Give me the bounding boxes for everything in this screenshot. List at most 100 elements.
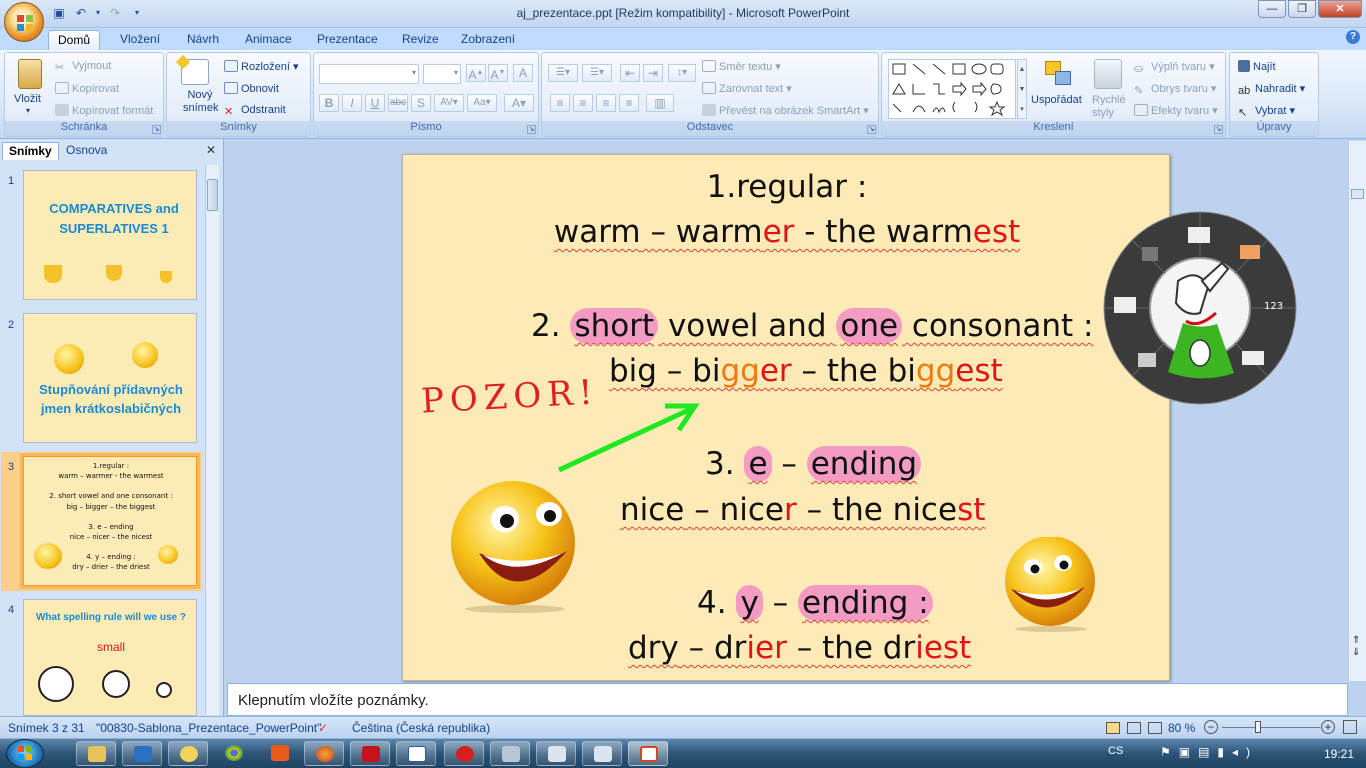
- taskbar-media-player[interactable]: [122, 741, 162, 766]
- line-spacing-icon[interactable]: ↕▾: [668, 64, 696, 82]
- slide-thumbnail-2[interactable]: Stupňování přídavných jmen krátkoslabičn…: [23, 313, 197, 443]
- spellcheck-icon[interactable]: ✓: [318, 721, 328, 735]
- template-name[interactable]: "00830-Sablona_Prezentace_PowerPoint": [96, 721, 321, 735]
- delete-slide-button[interactable]: ✕ Odstranit: [224, 104, 286, 118]
- taskbar-app-5[interactable]: [536, 741, 576, 766]
- tab-design[interactable]: Návrh: [178, 30, 228, 50]
- quick-styles-button[interactable]: Rychlé styly: [1092, 94, 1126, 120]
- change-case-icon[interactable]: Aa▾: [467, 94, 497, 112]
- prev-next-slide-icon[interactable]: ⇑ ⇓: [1352, 635, 1360, 659]
- notes-pane[interactable]: Klepnutím vložíte poznámky.: [227, 683, 1348, 716]
- arrange-button[interactable]: Uspořádat: [1031, 94, 1082, 106]
- smartart-button[interactable]: Převést na obrázek SmartArt ▾: [702, 104, 869, 117]
- paste-button[interactable]: Vložit: [14, 93, 41, 105]
- slide-canvas[interactable]: 1.regular : warm – warmer - the warmest …: [402, 154, 1170, 681]
- clock[interactable]: 19:21: [1324, 747, 1354, 761]
- tray-icons[interactable]: ⚑▣▤▮◂): [1160, 745, 1258, 759]
- columns-icon[interactable]: ▥: [646, 94, 674, 112]
- font-color-icon[interactable]: A▾: [504, 94, 534, 112]
- layout-button[interactable]: Rozložení ▾: [224, 60, 299, 73]
- zoom-level[interactable]: 80 %: [1168, 721, 1195, 735]
- zoom-slider-thumb[interactable]: [1255, 721, 1261, 733]
- format-painter-button[interactable]: Kopírovat formát: [55, 104, 153, 117]
- dialog-launcher-icon[interactable]: ↘: [152, 125, 161, 134]
- grow-font-icon[interactable]: A▲: [466, 64, 486, 82]
- taskbar-explorer[interactable]: [76, 741, 116, 766]
- zoom-in-icon[interactable]: +: [1321, 720, 1335, 734]
- slideshow-icon[interactable]: [1148, 722, 1162, 734]
- dialog-launcher-icon[interactable]: ↘: [1214, 125, 1223, 134]
- normal-view-icon[interactable]: [1106, 722, 1120, 734]
- copy-button[interactable]: Kopírovat: [55, 82, 119, 95]
- replace-button[interactable]: ab Nahradit ▾: [1238, 82, 1305, 97]
- slide-sorter-icon[interactable]: [1127, 722, 1141, 734]
- help-icon[interactable]: ?: [1346, 30, 1360, 44]
- tab-home[interactable]: Domů: [48, 30, 101, 50]
- decrease-indent-icon[interactable]: ⇤: [620, 64, 640, 82]
- italic-icon[interactable]: I: [342, 94, 362, 112]
- clear-format-icon[interactable]: A: [513, 64, 533, 82]
- shape-outline-button[interactable]: ✎ Obrys tvaru ▾: [1134, 82, 1216, 97]
- char-spacing-icon[interactable]: AV▾: [434, 94, 464, 112]
- zoom-out-icon[interactable]: −: [1204, 720, 1218, 734]
- maximize-button[interactable]: ❐: [1288, 0, 1316, 18]
- tab-view[interactable]: Zobrazení: [452, 30, 524, 50]
- strikethrough-icon[interactable]: abc: [388, 94, 408, 112]
- taskbar-acrobat[interactable]: [350, 741, 390, 766]
- taskbar-app[interactable]: [168, 741, 208, 766]
- dialog-launcher-icon[interactable]: ↘: [867, 125, 876, 134]
- bold-icon[interactable]: B: [319, 94, 339, 112]
- underline-icon[interactable]: U: [365, 94, 385, 112]
- shapes-scroll[interactable]: ▲ ▼ ▾: [1017, 59, 1027, 119]
- font-size-combo[interactable]: ▾: [423, 64, 461, 84]
- bullets-icon[interactable]: ☰▾: [548, 64, 578, 82]
- tab-slides[interactable]: Snímky: [2, 142, 59, 160]
- slide-thumbnail-1[interactable]: COMPARATIVES and SUPERLATIVES 1: [23, 170, 197, 300]
- slides-panel-scrollbar[interactable]: [205, 165, 219, 715]
- close-button[interactable]: ✕: [1318, 0, 1362, 18]
- taskbar-app-6[interactable]: [582, 741, 622, 766]
- scrollbar-thumb[interactable]: [1351, 189, 1364, 199]
- slide-thumbnail-3[interactable]: 1.regular : warm – warmer - the warmest …: [20, 453, 200, 589]
- align-text-button[interactable]: Zarovnat text ▾: [702, 82, 792, 95]
- taskbar-app-4[interactable]: [490, 741, 530, 766]
- tab-review[interactable]: Revize: [393, 30, 448, 50]
- tab-slideshow[interactable]: Prezentace: [308, 30, 387, 50]
- taskbar-powerpoint[interactable]: [628, 741, 668, 766]
- zoom-slider[interactable]: [1222, 727, 1320, 728]
- tab-outline[interactable]: Osnova: [60, 142, 113, 160]
- shape-effects-button[interactable]: Efekty tvaru ▾: [1134, 104, 1218, 117]
- numbering-icon[interactable]: ☰▾: [582, 64, 612, 82]
- start-button[interactable]: [6, 739, 44, 768]
- shape-fill-button[interactable]: ⛀ Výplň tvaru ▾: [1134, 60, 1215, 75]
- align-left-icon[interactable]: ≡: [550, 94, 570, 112]
- dialog-launcher-icon[interactable]: ↘: [527, 125, 536, 134]
- taskbar-chrome[interactable]: [214, 741, 254, 766]
- shapes-gallery[interactable]: [888, 59, 1016, 119]
- justify-icon[interactable]: ≡: [619, 94, 639, 112]
- text-direction-button[interactable]: Směr textu ▾: [702, 60, 781, 73]
- taskbar-app-3[interactable]: [444, 741, 484, 766]
- office-button[interactable]: [4, 2, 44, 42]
- fit-to-window-icon[interactable]: [1343, 720, 1357, 734]
- minimize-button[interactable]: —: [1258, 0, 1286, 18]
- taskbar-firefox[interactable]: [304, 741, 344, 766]
- close-icon[interactable]: ✕: [206, 143, 216, 157]
- input-language[interactable]: CS: [1108, 745, 1123, 757]
- find-button[interactable]: Najít: [1238, 60, 1276, 73]
- cut-button[interactable]: ✂ Vyjmout: [55, 60, 111, 74]
- taskbar-app-2[interactable]: [260, 741, 300, 766]
- scrollbar-thumb[interactable]: [207, 179, 218, 211]
- select-button[interactable]: ↖ Vybrat ▾: [1238, 104, 1295, 119]
- shadow-icon[interactable]: S: [411, 94, 431, 112]
- tab-insert[interactable]: Vložení: [111, 30, 169, 50]
- tab-animations[interactable]: Animace: [236, 30, 301, 50]
- font-name-combo[interactable]: ▾: [319, 64, 419, 84]
- language-indicator[interactable]: Čeština (Česká republika): [352, 721, 490, 735]
- align-right-icon[interactable]: ≡: [596, 94, 616, 112]
- shrink-font-icon[interactable]: A▼: [488, 64, 508, 82]
- slide-thumbnail-4[interactable]: What spelling rule will we use ? small: [23, 599, 197, 716]
- paste-dropdown-icon[interactable]: ▾: [26, 106, 30, 115]
- new-slide-button[interactable]: Nový snímek: [183, 89, 218, 115]
- reset-button[interactable]: Obnovit: [224, 82, 279, 95]
